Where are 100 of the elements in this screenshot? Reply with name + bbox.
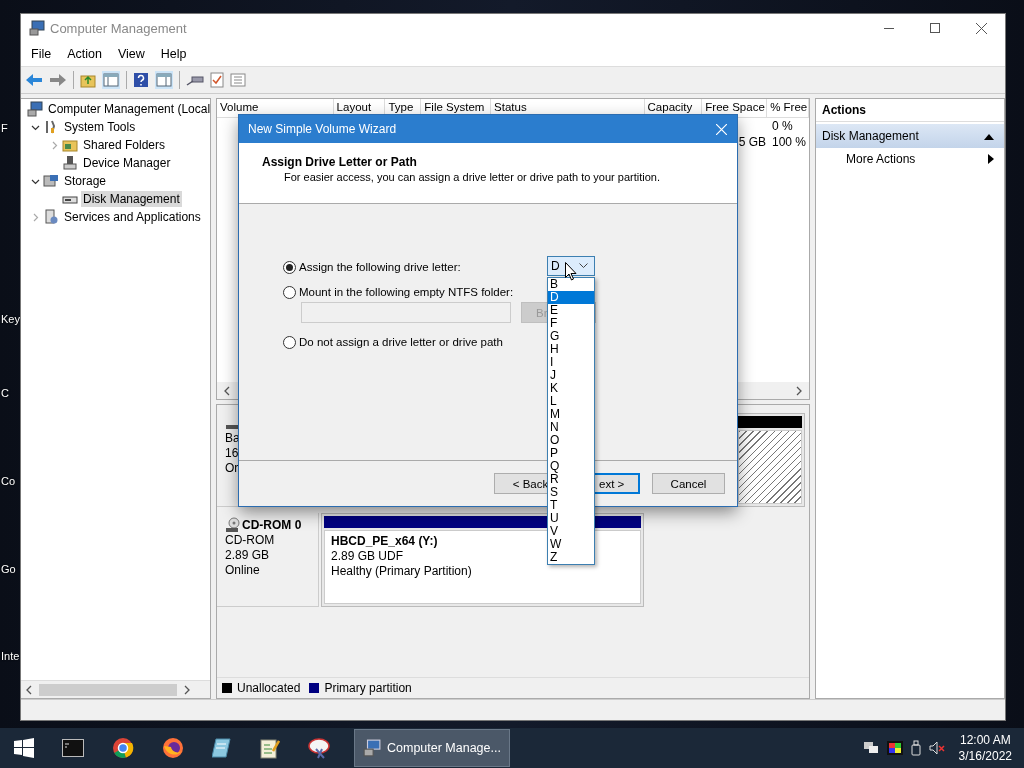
dropdown-option[interactable]: G (548, 330, 594, 343)
device-icon (62, 155, 78, 171)
terminal-icon[interactable] (62, 739, 84, 757)
desktop-icon-label[interactable]: Co (1, 475, 16, 487)
storage-icon (43, 173, 59, 189)
browser-icon[interactable] (162, 737, 184, 759)
usb-drive-icon[interactable] (910, 740, 921, 756)
folder-icon (62, 137, 78, 153)
menu-item[interactable]: Action (59, 45, 110, 63)
column-header[interactable]: % Free (767, 99, 809, 117)
tree-item[interactable]: System Tools (62, 119, 138, 135)
table-cell-text: 100 % (771, 135, 808, 149)
tree-item[interactable]: Shared Folders (81, 137, 168, 153)
back-arrow-icon[interactable] (25, 73, 43, 87)
actions-section[interactable]: Disk Management (816, 124, 1004, 148)
dropdown-option[interactable]: W (548, 538, 594, 551)
collapse-arrow-icon[interactable] (984, 132, 994, 140)
disk-detail: 16 (225, 446, 240, 461)
dropdown-option[interactable]: L (548, 395, 594, 408)
tree-item[interactable]: Services and Applications (62, 209, 203, 225)
dropdown-option[interactable]: B (548, 278, 594, 291)
computer-icon (29, 20, 45, 36)
table-cell-text: 5 GB (737, 135, 767, 149)
dropdown-option[interactable]: F (548, 317, 594, 330)
dropdown-option[interactable]: H (548, 343, 594, 356)
partition-block[interactable] (735, 413, 805, 507)
drive-letter-dropdown[interactable]: D (547, 256, 595, 276)
dropdown-option[interactable]: K (548, 382, 594, 395)
dialog-title: New Simple Volume Wizard (248, 122, 397, 136)
network-icon[interactable] (862, 741, 879, 755)
start-icon[interactable] (14, 738, 34, 758)
tree-item[interactable]: Disk Management (81, 191, 182, 207)
help-icon[interactable] (133, 72, 149, 88)
disk-name: CD-ROM 0 (242, 518, 302, 533)
dropdown-option[interactable]: Q (548, 460, 594, 473)
dropdown-option[interactable]: D (548, 291, 594, 304)
scroll-right-icon[interactable] (795, 385, 803, 396)
tree-item[interactable]: Computer Management (Local (46, 101, 213, 117)
dropdown-option[interactable]: Z (548, 551, 594, 564)
dropdown-option[interactable]: V (548, 525, 594, 538)
document-pencil-icon[interactable] (260, 737, 280, 759)
disk-detail: Online (225, 563, 261, 578)
partition-name: HBCD_PE_x64 (Y:) (331, 534, 438, 549)
forward-arrow-icon[interactable] (49, 73, 67, 87)
clock[interactable]: 12:00 AM 3/16/2022 (948, 732, 1024, 764)
action-pane-icon[interactable] (155, 71, 173, 89)
action-item[interactable]: More Actions (816, 148, 1004, 170)
scroll-left-icon[interactable] (25, 684, 33, 695)
radio-button[interactable] (283, 335, 296, 349)
window-title: Computer Management (50, 20, 187, 36)
close-icon[interactable] (976, 22, 987, 34)
scroll-right-icon[interactable] (183, 684, 191, 695)
radio-button[interactable] (283, 260, 296, 274)
radio-button[interactable] (283, 285, 296, 299)
dropdown-option[interactable]: I (548, 356, 594, 369)
taskbar-window-button[interactable]: Computer Manage... (354, 729, 510, 767)
option-label[interactable]: Assign the following drive letter: (299, 261, 544, 273)
table-cell-text: 0 % (771, 119, 794, 133)
desktop-icon-label[interactable]: Key (1, 313, 20, 325)
cd-drive-icon (225, 517, 241, 533)
option-label[interactable]: Mount in the following empty NTFS folder: (299, 286, 514, 298)
tree-item[interactable]: Storage (62, 173, 109, 189)
paint-icon[interactable] (308, 737, 332, 759)
partition-detail: Healthy (Primary Partition) (331, 564, 472, 579)
desktop-icon-label[interactable]: F (1, 122, 8, 134)
actions-header: Actions (816, 99, 1004, 122)
color-palette-icon[interactable] (886, 741, 903, 755)
dropdown-option[interactable]: T (548, 499, 594, 512)
legend-label: Primary partition (324, 681, 412, 695)
tree-pane-icon[interactable] (102, 71, 120, 89)
wizard-subtitle: For easier access, you can assign a drive letter or drive path to your partition. (284, 171, 661, 183)
dropdown-option[interactable]: E (548, 304, 594, 317)
tree-item[interactable]: Device Manager (81, 155, 173, 171)
folder-up-icon[interactable] (80, 72, 96, 88)
dropdown-option[interactable]: N (548, 421, 594, 434)
chevron-down-icon (579, 263, 588, 269)
desktop-icon-label[interactable]: C (1, 387, 9, 399)
dropdown-option[interactable]: O (548, 434, 594, 447)
connect-icon[interactable] (186, 73, 204, 87)
checklist-icon[interactable] (210, 72, 224, 88)
dropdown-option[interactable]: M (548, 408, 594, 421)
menu-item[interactable]: File (23, 45, 60, 63)
dropdown-option[interactable]: J (548, 369, 594, 382)
desktop-icon-label[interactable]: Inte (1, 650, 20, 662)
desktop-icon-label[interactable]: Go (1, 563, 16, 575)
wizard-button[interactable]: Cancel (652, 473, 725, 494)
menu-item[interactable]: Help (152, 45, 195, 63)
services-icon (43, 209, 59, 225)
dropdown-option[interactable]: P (548, 447, 594, 460)
maximize-icon[interactable] (930, 23, 940, 33)
scroll-left-icon[interactable] (223, 385, 231, 396)
dropdown-option[interactable]: U (548, 512, 594, 525)
notepad-icon[interactable] (212, 737, 232, 759)
legend-label: Unallocated (237, 681, 301, 695)
browser-icon[interactable] (112, 737, 134, 759)
speaker-muted-icon[interactable] (928, 741, 945, 755)
scrollbar-thumb[interactable] (39, 683, 177, 696)
menu-item[interactable]: View (109, 45, 153, 63)
option-label[interactable]: Do not assign a drive letter or drive path (299, 336, 503, 348)
disk-detail: 2.89 GB (225, 548, 271, 563)
